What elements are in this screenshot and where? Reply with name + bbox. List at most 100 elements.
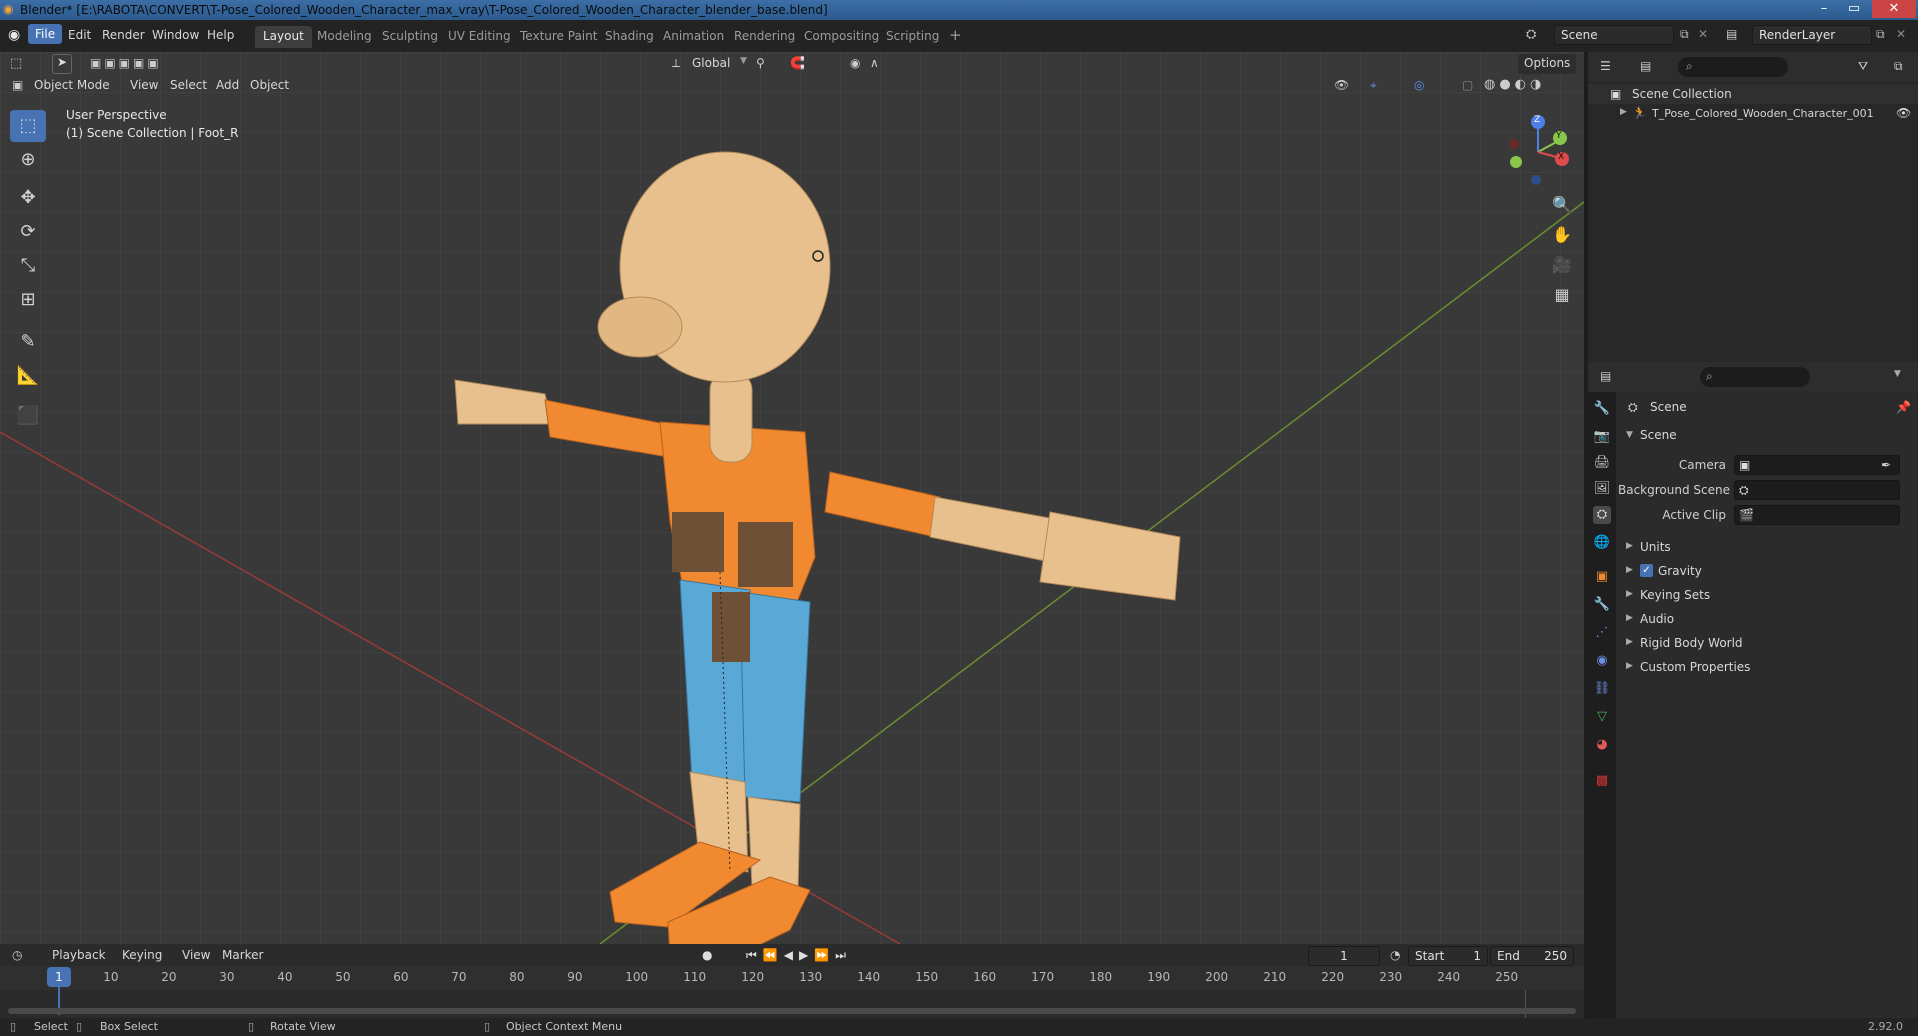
timeline-menu-view[interactable]: View (176, 946, 216, 966)
start-frame-field[interactable]: Start 1 (1408, 946, 1488, 966)
new-collection-icon[interactable]: ⧉ (1894, 59, 1903, 74)
tab-sculpting[interactable]: Sculpting (374, 26, 446, 48)
tool-tab-icon[interactable]: 🔧 (1593, 400, 1611, 418)
scene-icon[interactable]: ⛭ (1526, 27, 1536, 42)
view-layer-tab-icon[interactable]: 🖼 (1593, 480, 1611, 498)
zoom-icon[interactable]: 🔍 (1549, 192, 1575, 218)
display-mode-icon[interactable]: ▤ (1640, 59, 1651, 73)
grid-view-icon[interactable]: ▦ (1549, 282, 1575, 308)
viewport-menu-select[interactable]: Select (164, 76, 213, 96)
select-tool-icon[interactable]: ➤ (52, 54, 72, 74)
outliner-row-scene-collection[interactable]: ▣ Scene Collection (1588, 84, 1918, 104)
pivot-icon[interactable]: ⚲ (756, 56, 765, 70)
camera-field[interactable]: ▣ ✒ (1734, 455, 1900, 475)
current-frame-field[interactable]: 1 (1308, 946, 1380, 966)
eye-icon[interactable]: 👁 (1896, 106, 1911, 120)
end-frame-field[interactable]: End 250 (1490, 946, 1574, 966)
rotate-tool[interactable]: ⟳ (10, 216, 46, 248)
tab-texture-paint[interactable]: Texture Paint (512, 26, 605, 48)
eyedropper-icon[interactable]: ✒ (1881, 458, 1891, 472)
selection-mode-icons[interactable]: ▣▣▣▣▣ (90, 56, 162, 70)
menu-help[interactable]: Help (207, 28, 234, 42)
snap-icon[interactable]: 🧲 (790, 56, 805, 70)
timeline-editor-type-icon[interactable]: ◷ (12, 948, 22, 962)
timeline-menu-keying[interactable]: Keying (116, 946, 168, 966)
output-tab-icon[interactable]: 🖨 (1593, 454, 1611, 472)
menu-file[interactable]: File (28, 24, 63, 44)
blender-menu-icon[interactable]: ◉ (8, 27, 20, 43)
texture-tab-icon[interactable]: ▩ (1593, 772, 1611, 790)
render-tab-icon[interactable]: 📷 (1593, 428, 1611, 446)
gizmo-y-label[interactable]: Y (1556, 131, 1562, 141)
modifier-tab-icon[interactable]: 🔧 (1593, 596, 1611, 614)
new-scene-icon[interactable]: ⧉ (1680, 27, 1689, 42)
pan-hand-icon[interactable]: ✋ (1549, 222, 1575, 248)
outliner-search-input[interactable] (1678, 57, 1788, 77)
timeline-menu-playback[interactable]: Playback (46, 946, 112, 966)
minimize-button[interactable]: – (1810, 0, 1838, 18)
annotate-tool[interactable]: ✎ (10, 326, 46, 358)
section-gravity[interactable]: ▶ ✓ Gravity (1624, 562, 1910, 582)
menu-render[interactable]: Render (102, 28, 145, 42)
overlay-toggle-icon[interactable]: ◎ (1414, 78, 1424, 92)
viewport-menu-object[interactable]: Object (244, 76, 295, 96)
data-tab-icon[interactable]: ▽ (1593, 708, 1611, 726)
3d-viewport[interactable]: Z Y X ⬚ ➤ ▣▣▣▣▣ ⟂ Global ▼ ⚲ 🧲 ◉ ∧ Optio… (0, 52, 1584, 944)
options-dropdown[interactable]: Options (1518, 54, 1577, 74)
gizmo-toggle-icon[interactable]: ⌖ (1370, 78, 1377, 93)
scene-selector[interactable]: Scene (1554, 25, 1674, 45)
proportional-edit-icon[interactable]: ◉ (850, 56, 860, 70)
menu-edit[interactable]: Edit (68, 28, 91, 42)
scene-panel-title[interactable]: Scene (1640, 428, 1677, 442)
properties-search-input[interactable] (1700, 367, 1810, 387)
outliner-editor-type-icon[interactable]: ☰ (1600, 59, 1611, 73)
physics-tab-icon[interactable]: ◉ (1593, 652, 1611, 670)
viewport-menu-add[interactable]: Add (210, 76, 245, 96)
visibility-icon[interactable]: 👁 (1334, 78, 1349, 92)
maximize-button[interactable]: ▭ (1840, 0, 1868, 18)
expand-arrow-icon[interactable]: ▶ (1620, 107, 1627, 117)
section-audio[interactable]: ▶ Audio (1624, 610, 1910, 630)
section-keying-sets[interactable]: ▶ Keying Sets (1624, 586, 1910, 606)
scene-tab-icon[interactable]: ⛭ (1593, 506, 1611, 524)
playhead[interactable]: 1 (47, 967, 71, 987)
tab-uv-editing[interactable]: UV Editing (440, 26, 519, 48)
gizmo-x-label[interactable]: X (1558, 152, 1564, 162)
scale-tool[interactable]: ⤡ (10, 250, 46, 282)
object-mode-dropdown[interactable]: Object Mode (28, 76, 116, 96)
delete-scene-icon[interactable]: ✕ (1698, 27, 1708, 41)
renderlayer-selector[interactable]: RenderLayer (1752, 25, 1872, 45)
gizmo-z-label[interactable]: Z (1534, 115, 1540, 125)
chevron-down-icon[interactable]: ▼ (1894, 369, 1901, 379)
gravity-checkbox[interactable]: ✓ (1640, 564, 1653, 577)
timeline-ruler[interactable] (0, 966, 1584, 990)
active-clip-field[interactable]: 🎬 (1734, 505, 1900, 525)
tab-rendering[interactable]: Rendering (726, 26, 803, 48)
transform-tool[interactable]: ⊞ (10, 284, 46, 316)
clock-icon[interactable]: ◔ (1390, 948, 1400, 962)
record-icon[interactable]: ● (702, 948, 712, 962)
tab-modeling[interactable]: Modeling (309, 26, 380, 48)
chevron-down-icon[interactable]: ▼ (1626, 430, 1633, 440)
renderlayer-icon[interactable]: ▤ (1726, 27, 1737, 41)
viewport-menu-view[interactable]: View (124, 76, 164, 96)
material-tab-icon[interactable]: ◕ (1593, 736, 1611, 754)
shading-mode-icons[interactable]: ◍●◐◑ (1484, 77, 1545, 92)
section-units[interactable]: ▶ Units (1624, 538, 1910, 558)
tab-shading[interactable]: Shading (597, 26, 662, 48)
tab-scripting[interactable]: Scripting (878, 26, 947, 48)
timeline-scrollbar[interactable] (8, 1008, 1576, 1014)
filter-icon[interactable]: ⛛ (1858, 59, 1868, 74)
add-cube-tool[interactable]: ⬛ (10, 400, 46, 432)
pin-icon[interactable]: 📌 (1896, 400, 1911, 414)
world-tab-icon[interactable]: 🌐 (1593, 534, 1611, 552)
timeline-menu-marker[interactable]: Marker (216, 946, 269, 966)
measure-tool[interactable]: 📐 (10, 360, 46, 392)
menu-window[interactable]: Window (152, 28, 199, 42)
close-button[interactable]: ✕ (1872, 0, 1916, 18)
outliner-row-character[interactable]: ▶ 🏃 T_Pose_Colored_Wooden_Character_001 … (1588, 104, 1918, 124)
cursor-tool[interactable]: ⊕ (10, 144, 46, 176)
playback-controls-icons[interactable]: ⏮⏪◀▶⏩⏭ (746, 948, 852, 963)
tab-layout[interactable]: Layout (255, 26, 312, 48)
section-rigid-body-world[interactable]: ▶ Rigid Body World (1624, 634, 1910, 654)
